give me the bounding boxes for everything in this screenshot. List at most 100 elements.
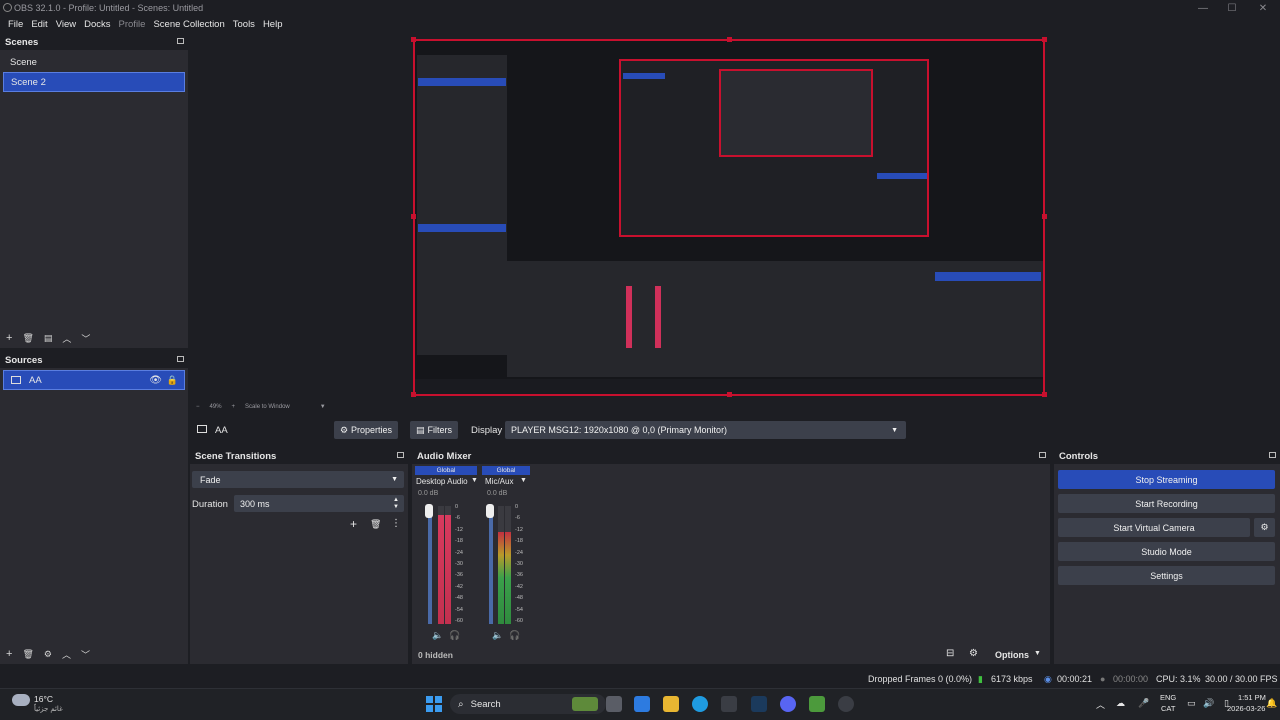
lock-icon[interactable]: 🔒 xyxy=(167,375,178,386)
gear-icon[interactable]: ⚙ xyxy=(44,649,52,660)
undock-icon[interactable] xyxy=(1269,452,1276,458)
volume-slider-track[interactable] xyxy=(428,506,432,624)
volume-slider-handle[interactable] xyxy=(486,504,494,518)
add-icon[interactable]: + xyxy=(6,332,12,344)
trash-icon[interactable]: 🗑 xyxy=(22,333,33,344)
duration-input[interactable]: 300 ms ▲ ▼ xyxy=(234,495,404,512)
zoom-out-icon[interactable]: − xyxy=(196,404,200,410)
spin-arrows-icon[interactable]: ▲ ▼ xyxy=(393,497,399,511)
advanced-audio-icon[interactable]: ⚙ xyxy=(969,648,978,659)
trash-icon[interactable]: 🗑 xyxy=(370,519,381,530)
layout-toggle-icon[interactable]: ⊟ xyxy=(946,648,954,659)
resize-handle[interactable] xyxy=(411,37,416,42)
volume-slider-handle[interactable] xyxy=(425,504,433,518)
resize-handle[interactable] xyxy=(1042,214,1047,219)
weather-temp[interactable]: 16°C xyxy=(34,694,53,704)
menu-help[interactable]: Help xyxy=(259,19,287,30)
start-virtual-camera-button[interactable]: Start Virtual Camera xyxy=(1058,518,1250,537)
weather-cloud-icon[interactable] xyxy=(12,694,30,706)
file-explorer-icon[interactable] xyxy=(663,696,679,712)
filters-button[interactable]: ▤ Filters xyxy=(410,421,458,439)
steam-icon[interactable] xyxy=(751,696,767,712)
hidden-count[interactable]: 0 hidden xyxy=(418,650,453,660)
scale-mode[interactable]: Scale to Window xyxy=(245,404,290,410)
channel-name[interactable]: Mic/Aux xyxy=(485,477,513,486)
menu-tools[interactable]: Tools xyxy=(229,19,259,30)
speaker-icon[interactable]: 🔈 xyxy=(432,630,443,641)
copilot-icon[interactable] xyxy=(634,696,650,712)
clock-time[interactable]: 1:51 PM xyxy=(1238,693,1266,702)
volume-icon[interactable]: 🔊 xyxy=(1203,698,1214,709)
menu-file[interactable]: File xyxy=(4,19,27,30)
edge-browser-icon[interactable] xyxy=(692,696,708,712)
network-icon[interactable]: ▭ xyxy=(1187,698,1196,709)
notifications-icon[interactable]: 🔔 xyxy=(1266,698,1277,709)
clock-date[interactable]: 2026-03-26 xyxy=(1227,704,1265,713)
add-icon[interactable]: + xyxy=(350,517,357,531)
trash-icon[interactable]: 🗑 xyxy=(22,649,33,660)
virtual-camera-settings-button[interactable]: ⚙ xyxy=(1254,518,1275,537)
menu-profile[interactable]: Profile xyxy=(115,19,150,30)
transition-select[interactable]: Fade ▼ xyxy=(192,471,404,488)
move-down-icon[interactable]: ﹀ xyxy=(81,648,90,661)
resize-handle[interactable] xyxy=(1042,392,1047,397)
resize-handle[interactable] xyxy=(411,214,416,219)
display-select[interactable]: PLAYER MSG12: 1920x1080 @ 0,0 (Primary M… xyxy=(505,421,906,439)
undock-icon[interactable] xyxy=(1039,452,1046,458)
weather-desc[interactable]: غائم جزئياً xyxy=(34,705,63,713)
chevron-down-icon[interactable]: ▼ xyxy=(1034,650,1041,657)
store-icon[interactable] xyxy=(721,696,737,712)
menu-scene-collection[interactable]: Scene Collection xyxy=(149,19,228,30)
audio-mixer-dock: Audio Mixer Global Desktop Audio ▼ 0.0 d… xyxy=(412,448,1050,664)
filter-icon[interactable]: ▤ xyxy=(44,333,53,344)
more-options-icon[interactable]: ⋮ xyxy=(391,518,401,529)
settings-button[interactable]: Settings xyxy=(1058,566,1275,585)
zoom-in-icon[interactable]: + xyxy=(232,404,236,410)
move-down-icon[interactable]: ﹀ xyxy=(81,332,90,345)
menu-view[interactable]: View xyxy=(52,19,80,30)
resize-handle[interactable] xyxy=(411,392,416,397)
visibility-eye-icon[interactable]: 👁 xyxy=(149,375,162,386)
minecraft-icon[interactable] xyxy=(809,696,825,712)
undock-icon[interactable] xyxy=(177,38,184,44)
menu-edit[interactable]: Edit xyxy=(27,19,51,30)
options-button[interactable]: Options xyxy=(995,650,1029,660)
keyboard-layout[interactable]: CAT xyxy=(1161,704,1175,713)
scene-item[interactable]: Scene xyxy=(3,52,185,72)
scene-item-selected[interactable]: Scene 2 xyxy=(3,72,185,92)
stop-streaming-button[interactable]: Stop Streaming xyxy=(1058,470,1275,489)
channel-name[interactable]: Desktop Audio xyxy=(416,477,468,486)
chevron-down-icon[interactable]: ▼ xyxy=(520,477,527,484)
task-view-icon[interactable] xyxy=(606,696,622,712)
studio-mode-button[interactable]: Studio Mode xyxy=(1058,542,1275,561)
menu-docks[interactable]: Docks xyxy=(80,19,114,30)
move-up-icon[interactable]: ︿ xyxy=(62,332,71,345)
source-item[interactable]: AA 👁 🔒 xyxy=(3,370,185,390)
taskbar-search[interactable]: ⌕ Search xyxy=(450,694,606,714)
properties-button[interactable]: ⚙ Properties xyxy=(334,421,398,439)
language-indicator[interactable]: ENG xyxy=(1160,693,1176,702)
undock-icon[interactable] xyxy=(397,452,404,458)
obs-icon[interactable] xyxy=(838,696,854,712)
resize-handle[interactable] xyxy=(1042,37,1047,42)
tray-chevron-up-icon[interactable]: ︿ xyxy=(1096,698,1105,711)
headphone-icon[interactable]: 🎧 xyxy=(509,630,520,641)
chevron-down-icon[interactable]: ▼ xyxy=(471,477,478,484)
maximize-button[interactable]: ☐ xyxy=(1215,0,1249,16)
add-icon[interactable]: + xyxy=(6,648,12,660)
speaker-icon[interactable]: 🔈 xyxy=(492,630,503,641)
resize-handle[interactable] xyxy=(727,37,732,42)
windows-start-icon[interactable] xyxy=(426,696,442,712)
undock-icon[interactable] xyxy=(177,356,184,362)
move-up-icon[interactable]: ︿ xyxy=(62,648,71,661)
discord-icon[interactable] xyxy=(780,696,796,712)
preview-canvas[interactable] xyxy=(413,39,1045,396)
chevron-down-icon[interactable]: ▼ xyxy=(320,404,326,410)
volume-slider-track[interactable] xyxy=(489,506,493,624)
headphone-icon[interactable]: 🎧 xyxy=(449,630,460,641)
tray-app-icon[interactable]: ☁ xyxy=(1116,698,1125,709)
resize-handle[interactable] xyxy=(727,392,732,397)
close-button[interactable]: ✕ xyxy=(1246,0,1280,16)
microphone-icon[interactable]: 🎤 xyxy=(1138,698,1149,709)
start-recording-button[interactable]: Start Recording xyxy=(1058,494,1275,513)
